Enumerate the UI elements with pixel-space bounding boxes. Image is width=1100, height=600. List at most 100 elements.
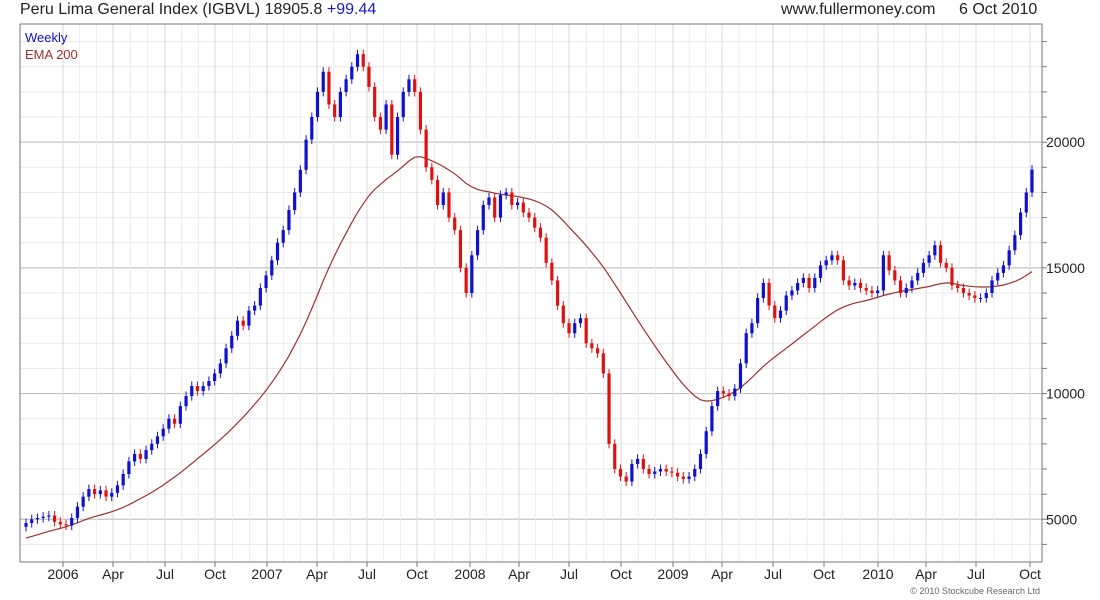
candle-body <box>481 205 485 231</box>
candle-body <box>207 380 211 387</box>
candle-body <box>264 275 268 288</box>
candle-body <box>961 287 966 293</box>
candle-body <box>613 443 617 469</box>
candle-body <box>373 86 377 118</box>
candle-body <box>996 272 1000 281</box>
y-tick-label: 5000 <box>1046 511 1077 527</box>
candle-body <box>984 293 988 299</box>
candle-body <box>138 453 142 459</box>
candle-body <box>687 476 691 480</box>
candle-body <box>178 406 182 424</box>
candle-body <box>853 282 857 286</box>
candle-body <box>390 104 394 155</box>
candle-body <box>938 245 943 263</box>
candle-body <box>275 242 280 261</box>
candle-body <box>144 450 148 459</box>
candle-body <box>355 54 360 67</box>
candle-body <box>504 192 508 195</box>
candle-body <box>676 472 680 477</box>
candle-body <box>721 391 725 394</box>
candle-body <box>550 262 554 281</box>
candle-body <box>195 386 200 392</box>
candle-body <box>424 129 428 168</box>
candle-body <box>515 202 520 206</box>
candle-body <box>150 443 154 451</box>
candle-body <box>933 245 937 256</box>
candle-body <box>213 373 217 381</box>
candle-body <box>956 285 960 288</box>
candle-body <box>361 54 365 67</box>
candle-body <box>818 265 823 278</box>
candle-body <box>464 267 468 293</box>
candle-body <box>590 343 594 349</box>
candle-body <box>133 453 137 462</box>
candle-body <box>527 212 531 218</box>
legend-weekly: Weekly <box>25 30 68 45</box>
candle-body <box>338 91 342 118</box>
candle-body <box>710 406 714 432</box>
x-tick-label: Oct <box>813 566 835 582</box>
candle-body <box>395 117 400 155</box>
candle-body <box>1013 235 1017 251</box>
x-tick-label: Apr <box>306 566 328 582</box>
candle-body <box>578 318 583 324</box>
candle-body <box>310 117 314 140</box>
x-tick-label: 2010 <box>862 566 893 582</box>
candle-body <box>327 71 331 105</box>
candle-body <box>767 282 771 306</box>
candle-body <box>201 386 205 392</box>
y-tick-label: 15000 <box>1046 260 1085 276</box>
candle-body <box>58 521 62 525</box>
candle-body <box>418 91 422 130</box>
candle-body <box>944 262 948 268</box>
candle-body <box>916 272 920 281</box>
x-tick-label: Jul <box>764 566 782 582</box>
candle-body <box>784 295 788 311</box>
candle-body <box>544 237 548 263</box>
candle-body <box>1018 212 1023 236</box>
candle-body <box>664 468 668 472</box>
candle-body <box>561 305 565 324</box>
candle-body <box>533 217 537 228</box>
candle-body <box>441 192 445 206</box>
candle-body <box>230 335 234 349</box>
candle-body <box>778 310 783 319</box>
candle-body <box>601 353 605 374</box>
candle-body <box>1007 250 1011 266</box>
candle-body <box>618 468 623 477</box>
x-tick-label: Oct <box>406 566 428 582</box>
candle-body <box>52 515 57 522</box>
candle-body <box>555 280 560 306</box>
candle-body <box>1030 169 1034 193</box>
candle-body <box>470 255 474 293</box>
x-tick-label: Oct <box>204 566 226 582</box>
candle-body <box>698 453 703 469</box>
candle-body <box>41 516 45 519</box>
candle-body <box>807 277 811 288</box>
candle-body <box>458 230 463 268</box>
candle-body <box>727 393 731 397</box>
x-tick-label: Jul <box>967 566 985 582</box>
candle-body <box>453 217 457 231</box>
candle-body <box>630 463 634 482</box>
y-tick-label: 10000 <box>1046 386 1085 402</box>
candle-body <box>670 471 674 473</box>
candle-body <box>921 262 925 273</box>
x-tick-label: Oct <box>1019 566 1041 582</box>
candle-body <box>224 348 228 364</box>
candle-body <box>121 474 125 486</box>
candle-body <box>733 388 737 397</box>
candle-body <box>830 255 834 261</box>
candle-body <box>750 323 754 334</box>
x-tick-label: 2008 <box>454 566 485 582</box>
candle-body <box>92 489 97 495</box>
candle-body <box>493 197 497 218</box>
candle-body <box>281 230 285 243</box>
candle-body <box>304 139 308 170</box>
candle-body <box>978 298 983 300</box>
candle-body <box>35 518 40 520</box>
candle-body <box>407 79 411 92</box>
candle-body <box>647 468 651 475</box>
candle-body <box>241 320 245 326</box>
candle-body <box>967 293 971 296</box>
